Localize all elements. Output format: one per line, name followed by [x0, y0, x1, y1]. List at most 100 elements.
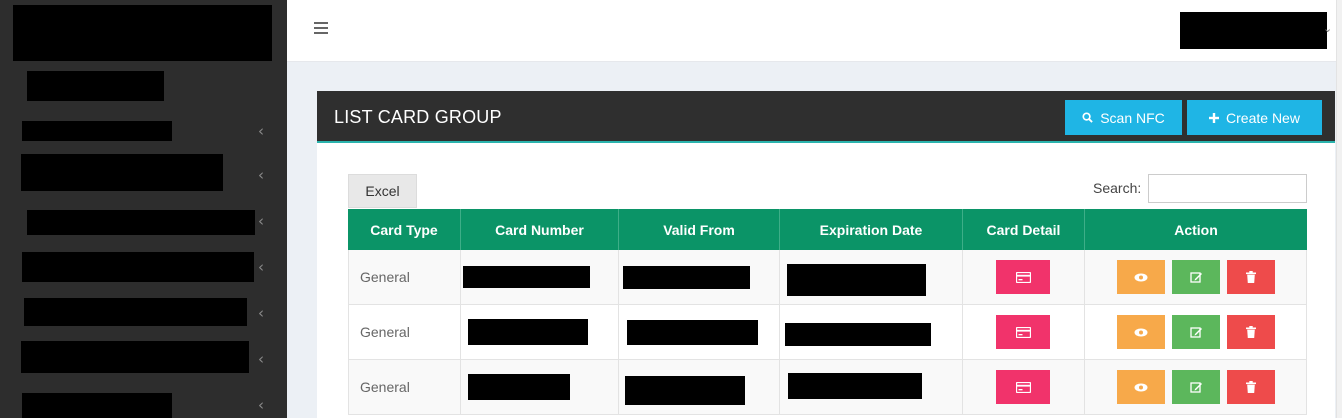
expiration-date-redacted [787, 264, 926, 296]
column-header-card-type[interactable]: Card Type [348, 209, 461, 250]
edit-button[interactable] [1172, 370, 1220, 404]
chevron-left-icon: ‹ [258, 122, 264, 140]
chevron-left-icon: ‹ [258, 166, 264, 184]
cell-valid-from [619, 305, 780, 360]
card-type-value: General [360, 379, 410, 395]
top-header: ⌄ [287, 0, 1342, 62]
sidebar: ‹ ‹ ‹ ‹ ‹ ‹ ‹ [0, 0, 287, 418]
eye-icon [1134, 273, 1148, 281]
view-button[interactable] [1117, 260, 1165, 294]
valid-from-redacted [625, 376, 745, 405]
valid-from-redacted [627, 320, 758, 345]
edit-icon [1189, 381, 1202, 393]
eye-icon [1134, 328, 1148, 336]
card-group-table: Card Type Card Number Valid From Expirat… [348, 209, 1307, 418]
column-header-card-number[interactable]: Card Number [461, 209, 619, 250]
sidebar-item-7[interactable]: ‹ [0, 385, 287, 418]
valid-from-redacted [623, 266, 750, 289]
cell-card-type: General [348, 305, 461, 360]
credit-card-icon [1015, 271, 1031, 283]
hamburger-icon[interactable] [314, 22, 328, 36]
delete-button[interactable] [1227, 260, 1275, 294]
sidebar-item-6[interactable]: ‹ [0, 339, 287, 379]
cell-expiration-date [780, 305, 963, 360]
sidebar-item-label-redacted [22, 252, 254, 282]
cell-card-detail [963, 360, 1085, 415]
edit-button[interactable] [1172, 315, 1220, 349]
excel-export-button[interactable]: Excel [348, 174, 417, 208]
cell-card-type: General [348, 250, 461, 305]
chevron-left-icon: ‹ [258, 396, 264, 414]
trash-icon [1246, 271, 1256, 283]
table-row: General [348, 360, 1307, 415]
scan-nfc-button[interactable]: Scan NFC [1065, 100, 1182, 135]
view-button[interactable] [1117, 370, 1165, 404]
edit-icon [1189, 271, 1202, 283]
trash-icon [1246, 326, 1256, 338]
table-row: General [348, 250, 1307, 305]
card-number-redacted [468, 319, 588, 345]
table-row: General [348, 305, 1307, 360]
card-type-value: General [360, 324, 410, 340]
chevron-left-icon: ‹ [258, 350, 264, 368]
cell-card-detail [963, 250, 1085, 305]
page-scrollbar[interactable] [1336, 0, 1342, 418]
cell-action [1085, 250, 1307, 305]
card-detail-button[interactable] [996, 315, 1050, 349]
panel-header: LIST CARD GROUP Scan NFC Create New [317, 91, 1335, 143]
page-title: LIST CARD GROUP [334, 107, 502, 127]
create-new-button[interactable]: Create New [1187, 100, 1322, 135]
delete-button[interactable] [1227, 315, 1275, 349]
cell-expiration-date [780, 360, 963, 415]
sidebar-item-label-redacted [21, 154, 223, 191]
scan-nfc-label: Scan NFC [1100, 109, 1165, 126]
cell-action [1085, 360, 1307, 415]
sidebar-item-label-redacted [24, 298, 247, 326]
expiration-date-redacted [785, 323, 931, 346]
trash-icon [1246, 381, 1256, 393]
sidebar-item-1[interactable]: ‹ [0, 111, 287, 151]
sidebar-item-label-redacted [27, 210, 255, 235]
sidebar-item-label-redacted [22, 393, 172, 418]
sidebar-item-5[interactable]: ‹ [0, 293, 287, 333]
sidebar-item-3[interactable]: ‹ [0, 201, 287, 241]
cell-expiration-date [780, 250, 963, 305]
credit-card-icon [1015, 326, 1031, 338]
brand-logo-redacted[interactable] [13, 5, 272, 61]
column-header-expiration-date[interactable]: Expiration Date [780, 209, 963, 250]
chevron-left-icon: ‹ [258, 304, 264, 322]
card-group-panel: LIST CARD GROUP Scan NFC Create New Exce… [317, 91, 1335, 418]
edit-icon [1189, 326, 1202, 338]
chevron-left-icon: ‹ [258, 212, 264, 230]
user-name-redacted [27, 71, 164, 101]
sidebar-item-label-redacted [22, 121, 172, 141]
card-type-value: General [360, 269, 410, 285]
cell-card-detail [963, 305, 1085, 360]
search-input[interactable] [1148, 174, 1307, 203]
cell-valid-from [619, 250, 780, 305]
column-header-action[interactable]: Action [1085, 209, 1307, 250]
card-number-redacted [463, 266, 590, 288]
view-button[interactable] [1117, 315, 1165, 349]
cell-valid-from [619, 360, 780, 415]
plus-icon [1209, 112, 1220, 123]
user-menu-redacted[interactable] [1180, 12, 1327, 49]
expiration-date-redacted [788, 373, 922, 399]
card-detail-button[interactable] [996, 370, 1050, 404]
search-label: Search: [1093, 180, 1142, 196]
column-header-valid-from[interactable]: Valid From [619, 209, 780, 250]
create-new-label: Create New [1226, 109, 1300, 126]
cell-card-number [461, 360, 619, 415]
sidebar-item-2[interactable]: ‹ [0, 154, 287, 195]
credit-card-icon [1015, 381, 1031, 393]
card-detail-button[interactable] [996, 260, 1050, 294]
edit-button[interactable] [1172, 260, 1220, 294]
card-number-redacted [468, 374, 570, 400]
column-header-card-detail[interactable]: Card Detail [963, 209, 1085, 250]
eye-icon [1134, 383, 1148, 391]
chevron-down-icon[interactable]: ⌄ [1323, 22, 1332, 35]
cell-card-type: General [348, 360, 461, 415]
delete-button[interactable] [1227, 370, 1275, 404]
sidebar-item-4[interactable]: ‹ [0, 247, 287, 287]
cell-card-number [461, 305, 619, 360]
